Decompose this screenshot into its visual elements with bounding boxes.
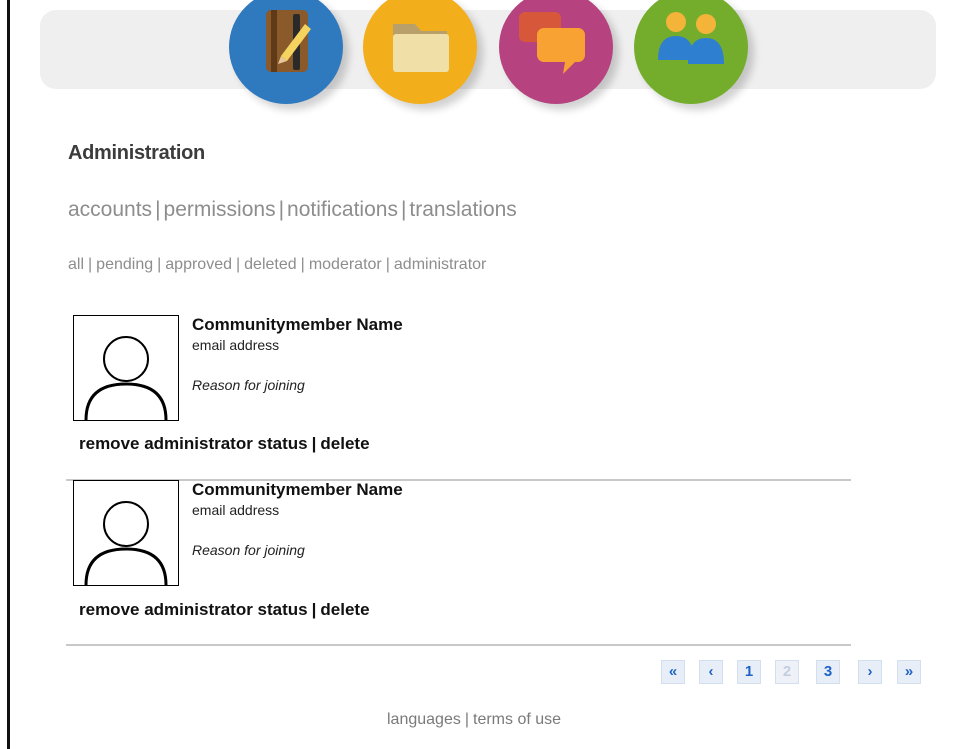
delete-member-link[interactable]: delete (320, 600, 369, 619)
people-icon[interactable] (634, 0, 748, 104)
first-page-button[interactable]: « (661, 660, 685, 684)
next-page-button[interactable]: › (858, 660, 882, 684)
tab-notifications[interactable]: notifications (287, 198, 398, 221)
tab-accounts[interactable]: accounts (68, 198, 152, 221)
folder-icon[interactable] (363, 0, 477, 104)
tab-translations[interactable]: translations (409, 198, 516, 221)
member-item: Communitymember Name email address Reaso… (66, 315, 851, 481)
member-email: email address (192, 337, 280, 353)
member-reason: Reason for joining (192, 542, 305, 558)
page-title: Administration (68, 142, 205, 164)
member-name: Communitymember Name (192, 315, 403, 334)
filter-separator: | (385, 256, 390, 273)
filter-approved[interactable]: approved (165, 256, 232, 273)
avatar[interactable] (73, 480, 179, 586)
filter-moderator[interactable]: moderator (309, 256, 382, 273)
chat-icon[interactable] (499, 0, 613, 104)
tab-permissions[interactable]: permissions (164, 198, 276, 221)
page-button-3[interactable]: 3 (816, 660, 840, 684)
member-name: Communitymember Name (192, 480, 403, 499)
filter-separator: | (88, 256, 93, 273)
action-separator: | (311, 434, 317, 453)
prev-page-button[interactable]: ‹ (699, 660, 723, 684)
divider (66, 644, 851, 646)
member-email: email address (192, 502, 280, 518)
filter-administrator[interactable]: administrator (394, 256, 486, 273)
tab-separator: | (155, 198, 161, 221)
languages-link[interactable]: languages (387, 711, 461, 728)
filter-pending[interactable]: pending (96, 256, 153, 273)
notebook-icon[interactable] (229, 0, 343, 104)
top-navigation-bar (40, 10, 936, 89)
tab-separator: | (400, 198, 407, 221)
remove-admin-status-link[interactable]: remove administrator status (79, 600, 308, 619)
terms-of-use-link[interactable]: terms of use (473, 711, 561, 728)
member-actions: remove administrator status | delete (79, 600, 370, 620)
last-page-button[interactable]: » (897, 660, 921, 684)
filter-deleted[interactable]: deleted (244, 256, 297, 273)
filter-all[interactable]: all (68, 256, 84, 273)
member-item: Communitymember Name email address Reaso… (66, 480, 851, 646)
filter-separator: | (236, 256, 241, 273)
account-filters: all | pending | approved | deleted | moderator | a… (68, 256, 486, 274)
page-button-1[interactable]: 1 (737, 660, 761, 684)
left-border (7, 0, 10, 749)
avatar[interactable] (73, 315, 179, 421)
action-separator: | (311, 600, 317, 619)
footer: languages | terms of use (387, 711, 561, 729)
footer-separator: | (464, 711, 469, 728)
delete-member-link[interactable]: delete (320, 434, 369, 453)
filter-separator: | (157, 256, 162, 273)
admin-tabs: accounts | permissions | notifications | trans… (68, 198, 517, 222)
member-reason: Reason for joining (192, 377, 305, 393)
remove-admin-status-link[interactable]: remove administrator status (79, 434, 308, 453)
page-button-2-current: 2 (775, 660, 799, 684)
filter-separator: | (300, 256, 305, 273)
tab-separator: | (278, 198, 285, 221)
member-actions: remove administrator status | delete (79, 434, 370, 454)
